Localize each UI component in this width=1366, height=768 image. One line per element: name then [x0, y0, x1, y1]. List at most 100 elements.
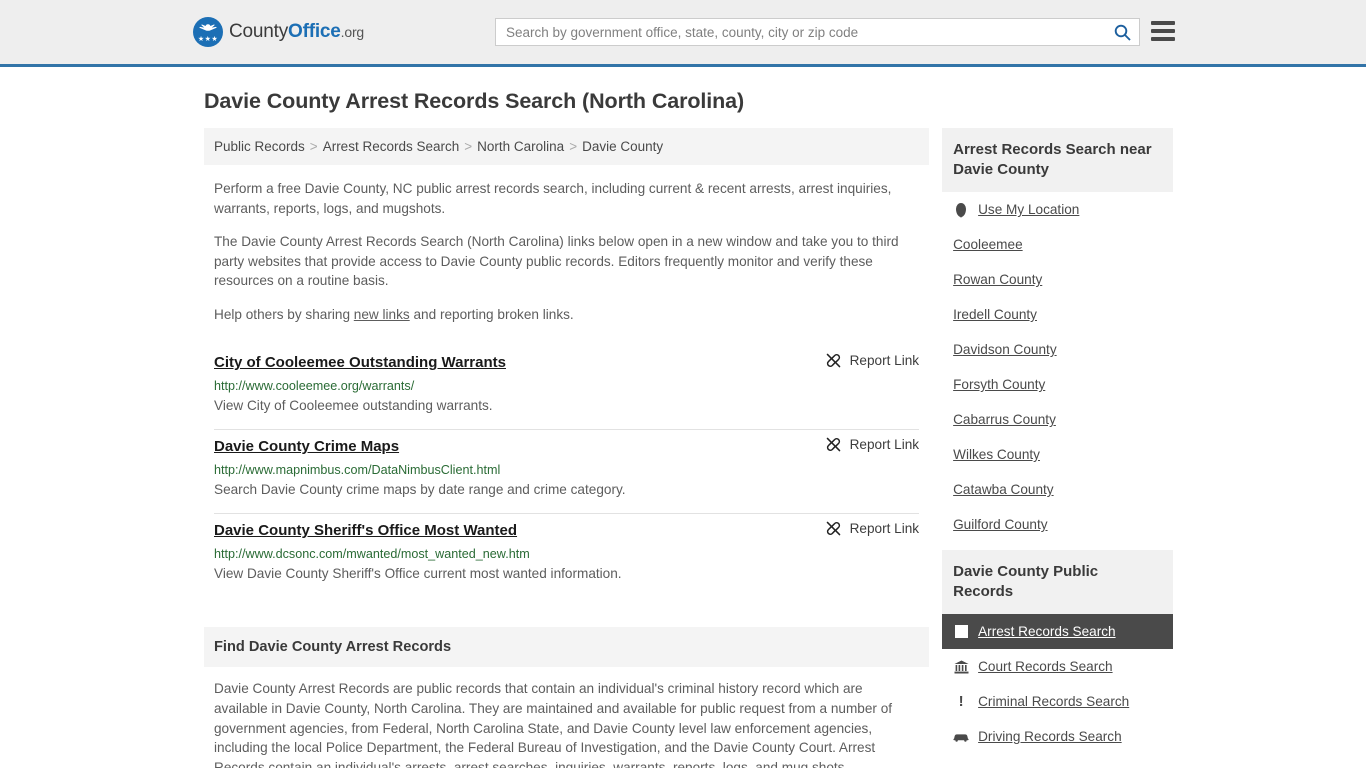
list-item: Forsyth County [942, 367, 1173, 402]
sidebar-item-label: Iredell County [953, 307, 1037, 322]
sidebar-item-label: Arrest Records Search [978, 624, 1116, 639]
sidebar-item-wilkes-county[interactable]: Wilkes County [942, 437, 1173, 472]
sidebar-item-catawba-county[interactable]: Catawba County [942, 472, 1173, 507]
sidebar-item-label: Rowan County [953, 272, 1043, 287]
list-item: Court Records Search [942, 649, 1173, 684]
sidebar-item-driving-records-search[interactable]: Driving Records Search [942, 719, 1173, 754]
intro-p3-after: and reporting broken links. [409, 306, 574, 322]
find-section-body: Davie County Arrest Records are public r… [204, 667, 929, 768]
location-pin-icon [953, 202, 969, 217]
nearby-search-card: Arrest Records Search near Davie County … [942, 128, 1173, 542]
report-link-button[interactable]: Report Link [825, 520, 920, 537]
report-link-label: Report Link [849, 521, 920, 536]
main-column: Public Records > Arrest Records Search > Nor… [204, 128, 930, 768]
square-icon [953, 625, 969, 638]
new-links-link[interactable]: new links [354, 307, 410, 322]
site-logo[interactable]: ★★★ CountyOffice.org [193, 17, 364, 47]
courthouse-icon [953, 660, 969, 674]
list-item: Cooleemee [942, 227, 1173, 262]
resource-row: City of Cooleemee Outstanding Warrants h… [214, 346, 920, 430]
public-records-card: Davie County Public Records Arrest Recor… [942, 550, 1173, 754]
resource-url: http://www.cooleemee.org/warrants/ [214, 379, 415, 393]
report-link-label: Report Link [849, 437, 920, 452]
resource-link-list: City of Cooleemee Outstanding Warrants h… [204, 346, 929, 597]
sidebar-item-davidson-county[interactable]: Davidson County [942, 332, 1173, 367]
sidebar-item-use-my-location[interactable]: Use My Location [942, 192, 1173, 227]
report-link-button[interactable]: Report Link [825, 352, 920, 369]
sidebar-item-rowan-county[interactable]: Rowan County [942, 262, 1173, 297]
brand-wordmark: CountyOffice.org [229, 21, 364, 43]
intro-section: Perform a free Davie County, NC public a… [204, 179, 929, 324]
list-item: Iredell County [942, 297, 1173, 332]
search-bar[interactable] [495, 18, 1140, 46]
nearby-search-heading: Arrest Records Search near Davie County [942, 128, 1173, 192]
sidebar-item-cabarrus-county[interactable]: Cabarrus County [942, 402, 1173, 437]
search-icon [1114, 24, 1131, 41]
sidebar-item-label: Guilford County [953, 517, 1048, 532]
sidebar-item-label: Forsyth County [953, 377, 1046, 392]
sidebar-item-label: Cooleemee [953, 237, 1023, 252]
sidebar-item-court-records-search[interactable]: Court Records Search [942, 649, 1173, 684]
find-section-heading: Find Davie County Arrest Records [204, 627, 930, 667]
list-item: Driving Records Search [942, 719, 1173, 754]
list-item: Rowan County [942, 262, 1173, 297]
breadcrumb-item-davie-county[interactable]: Davie County [582, 139, 663, 154]
resource-description: Search Davie County crime maps by date r… [214, 482, 626, 497]
breadcrumb-item-north-carolina[interactable]: North Carolina [477, 139, 564, 154]
list-item: Guilford County [942, 507, 1173, 542]
eagle-icon [199, 24, 217, 31]
breadcrumb-item-arrest-records-search[interactable]: Arrest Records Search [323, 139, 460, 154]
intro-p3-before: Help others by sharing [214, 306, 354, 322]
breadcrumb-separator: > [464, 139, 473, 154]
sidebar-item-iredell-county[interactable]: Iredell County [942, 297, 1173, 332]
sidebar-item-label: Use My Location [978, 202, 1080, 217]
breadcrumb: Public Records > Arrest Records Search > Nor… [204, 128, 930, 165]
resource-url: http://www.mapnimbus.com/DataNimbusClien… [214, 463, 501, 477]
sidebar-item-label: Cabarrus County [953, 412, 1056, 427]
list-item: Catawba County [942, 472, 1173, 507]
report-link-button[interactable]: Report Link [825, 436, 920, 453]
list-item: Davidson County [942, 332, 1173, 367]
intro-paragraph-3: Help others by sharing new links and rep… [214, 305, 919, 325]
sidebar-item-cooleemee[interactable]: Cooleemee [942, 227, 1173, 262]
resource-title-link[interactable]: Davie County Sheriff's Office Most Wante… [214, 522, 517, 539]
sidebar-item-label: Criminal Records Search [978, 694, 1130, 709]
public-records-list: Arrest Records Search Court Records Sear… [942, 614, 1173, 754]
list-item: Arrest Records Search [942, 614, 1173, 649]
site-header: ★★★ CountyOffice.org [0, 0, 1366, 67]
menu-button[interactable] [1151, 18, 1175, 44]
sidebar-item-forsyth-county[interactable]: Forsyth County [942, 367, 1173, 402]
resource-title-link[interactable]: City of Cooleemee Outstanding Warrants [214, 354, 506, 371]
brand-part-office: Office [288, 21, 341, 42]
list-item: Wilkes County [942, 437, 1173, 472]
brand-part-county: County [229, 21, 289, 42]
list-item: Use My Location [942, 192, 1173, 227]
resource-description: View City of Cooleemee outstanding warra… [214, 398, 493, 413]
breadcrumb-item-public-records[interactable]: Public Records [214, 139, 305, 154]
list-item: Cabarrus County [942, 402, 1173, 437]
public-records-heading: Davie County Public Records [942, 550, 1173, 614]
sidebar-item-label: Davidson County [953, 342, 1057, 357]
brand-part-org: .org [340, 24, 365, 40]
page-wrapper: Davie County Arrest Records Search (Nort… [0, 67, 1366, 768]
search-button[interactable] [1105, 19, 1139, 45]
search-input[interactable] [496, 19, 1105, 45]
car-icon [953, 732, 969, 742]
breadcrumb-separator: > [569, 139, 578, 154]
sidebar-item-arrest-records-search[interactable]: Arrest Records Search [942, 614, 1173, 649]
hamburger-bar [1151, 29, 1175, 33]
sidebar-item-guilford-county[interactable]: Guilford County [942, 507, 1173, 542]
eagle-seal-icon: ★★★ [193, 17, 223, 47]
resource-description: View Davie County Sheriff's Office curre… [214, 566, 622, 581]
resource-title-link[interactable]: Davie County Crime Maps [214, 438, 399, 455]
intro-paragraph-1: Perform a free Davie County, NC public a… [214, 181, 892, 216]
sidebar-item-label: Driving Records Search [978, 729, 1122, 744]
hamburger-bar [1151, 21, 1175, 25]
nearby-search-list: Use My Location Cooleemee Rowan County I… [942, 192, 1173, 542]
sidebar-item-label: Catawba County [953, 482, 1054, 497]
report-link-label: Report Link [849, 353, 920, 368]
sidebar-item-criminal-records-search[interactable]: ! Criminal Records Search [942, 684, 1173, 719]
page-title: Davie County Arrest Records Search (Nort… [204, 89, 745, 113]
resource-row: Davie County Crime Maps http://www.mapni… [214, 430, 920, 514]
find-section-text: Davie County Arrest Records are public r… [214, 681, 893, 768]
